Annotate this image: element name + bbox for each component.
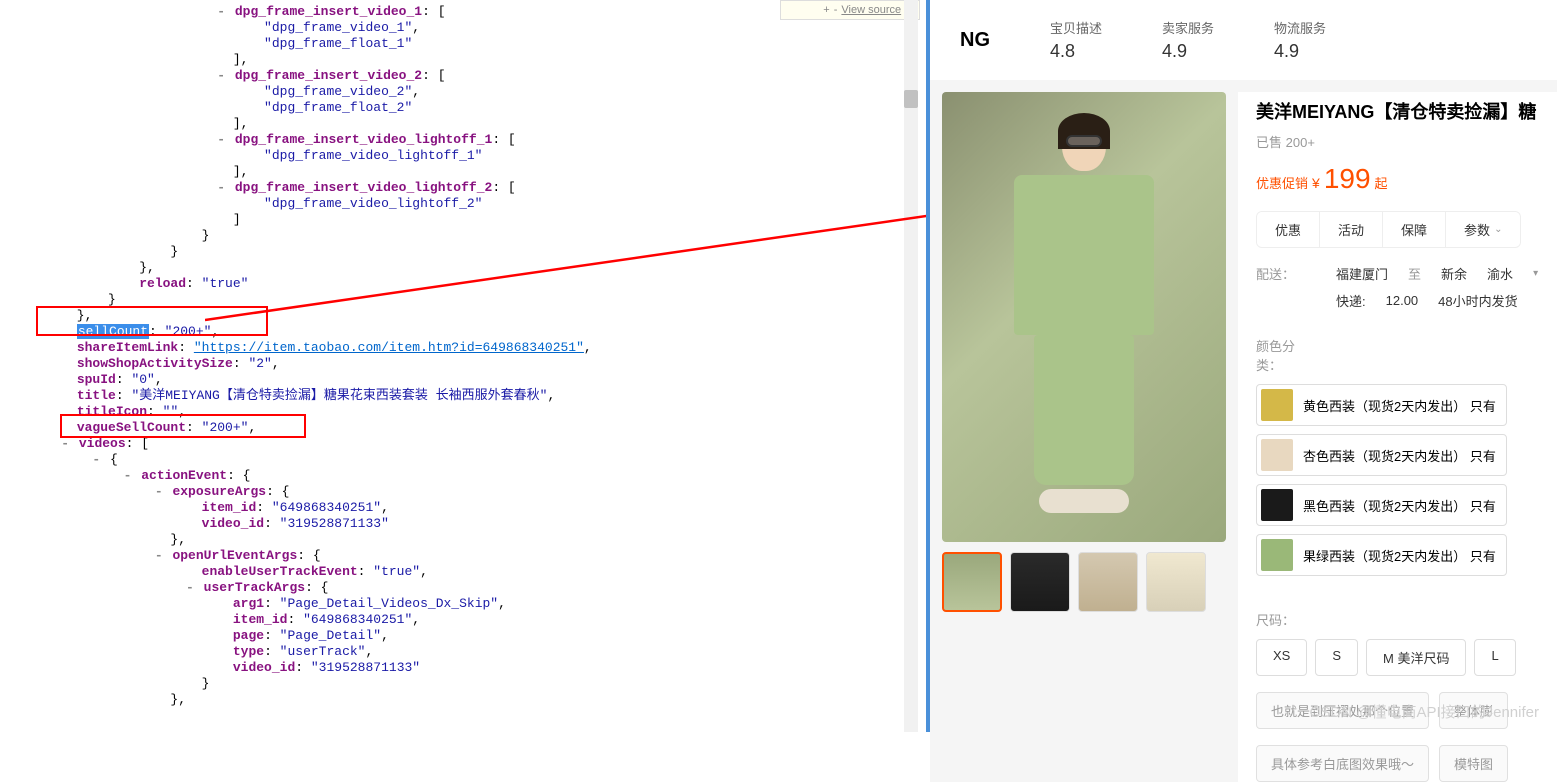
size-l[interactable]: L [1474,639,1515,676]
product-title: 美洋MEIYANG【清仓特卖捡漏】糖 [1256,98,1551,124]
scrollbar-vertical[interactable] [904,0,918,732]
scrollbar-thumb[interactable] [904,90,918,108]
color-option-apricot[interactable]: 杏色西装（现货2天内发出） 只有 [1256,434,1507,476]
tab-activity[interactable]: 活动 [1320,212,1383,247]
shipping-row: 配送： 福建厦门 至 新余 渝水 ▾ [1256,264,1551,283]
qa-tag[interactable]: 具体参考白底图效果哦～ [1256,745,1429,782]
shop-stat-desc: 宝贝描述 4.8 [1050,18,1102,62]
thumbnail-2[interactable] [1010,552,1070,612]
tab-guarantee[interactable]: 保障 [1383,212,1446,247]
color-options: 黄色西装（现货2天内发出） 只有 杏色西装（现货2天内发出） 只有 黑色西装（现… [1256,384,1507,576]
model-placeholder [994,117,1174,517]
express-time: 48小时内发货 [1438,291,1517,310]
product-page-panel: NG 宝贝描述 4.8 卖家服务 4.9 物流服务 4.9 [930,0,1557,732]
stat-value: 4.9 [1274,41,1326,62]
ship-district[interactable]: 渝水 [1487,264,1513,283]
sold-count: 已售 200+ [1256,132,1551,151]
size-m[interactable]: M 美洋尺码 [1366,639,1466,676]
shop-header: NG 宝贝描述 4.8 卖家服务 4.9 物流服务 4.9 [930,0,1557,80]
shipping-label: 配送： [1256,264,1316,283]
express-row: 快递: 12.00 48小时内发货 [1256,291,1551,310]
json-viewer-panel: + - View source ⚙ - dpg_frame_insert_vid… [0,0,920,732]
ship-from: 福建厦门 [1336,264,1388,283]
swatch-black [1261,489,1293,521]
tab-params[interactable]: 参数⌄ [1446,212,1520,247]
express-label: 快递: [1336,291,1366,310]
price-value: 199 [1324,163,1371,195]
ship-to[interactable]: 新余 [1441,264,1467,283]
info-tabs: 优惠 活动 保障 参数⌄ [1256,211,1521,248]
size-s[interactable]: S [1315,639,1358,676]
shop-stat-service: 卖家服务 4.9 [1162,18,1214,62]
swatch-yellow [1261,389,1293,421]
shop-brand[interactable]: NG [960,29,990,52]
color-label: 颜色分类： [1256,336,1316,374]
price-row: 优惠促销 ¥ 199 起 [1256,163,1551,195]
watermark: CSDN @懂电商API接口的Jennifer [1310,701,1539,722]
swatch-apricot [1261,439,1293,471]
highlight-box-vaguesellcount [60,414,306,438]
stat-label: 宝贝描述 [1050,18,1102,37]
view-source-link[interactable]: View source [841,4,901,16]
stat-value: 4.9 [1162,41,1214,62]
thumbnail-1[interactable] [942,552,1002,612]
size-xs[interactable]: XS [1256,639,1307,676]
thumbnail-3[interactable] [1078,552,1138,612]
chevron-down-icon[interactable]: ▾ [1533,268,1538,279]
main-product-image[interactable] [942,92,1226,542]
stat-value: 4.8 [1050,41,1102,62]
shop-stat-logistics: 物流服务 4.9 [1274,18,1326,62]
thumbnail-row [942,552,1226,612]
price-label: 优惠促销 [1256,173,1308,192]
express-fee: 12.00 [1386,293,1419,308]
tab-discount[interactable]: 优惠 [1257,212,1320,247]
qa-tags-row-2: 具体参考白底图效果哦～ 模特图 [1256,745,1551,782]
color-option-yellow[interactable]: 黄色西装（现货2天内发出） 只有 [1256,384,1507,426]
color-option-black[interactable]: 黑色西装（现货2天内发出） 只有 [1256,484,1507,526]
stat-label: 卖家服务 [1162,18,1214,37]
chevron-down-icon: ⌄ [1494,224,1502,235]
size-label: 尺码： [1256,610,1316,629]
price-suffix: 起 [1375,173,1388,192]
price-symbol: ¥ [1312,175,1320,191]
qa-tag[interactable]: 模特图 [1439,745,1508,782]
stat-label: 物流服务 [1274,18,1326,37]
swatch-green [1261,539,1293,571]
product-gallery [942,92,1226,782]
color-option-green[interactable]: 果绿西装（现货2天内发出） 只有 [1256,534,1507,576]
json-tree[interactable]: - dpg_frame_insert_video_1: [ "dpg_frame… [0,0,920,708]
view-source-toolbar: + - View source ⚙ [780,0,920,20]
product-info: 美洋MEIYANG【清仓特卖捡漏】糖 已售 200+ 优惠促销 ¥ 199 起 … [1238,92,1557,782]
product-area: 美洋MEIYANG【清仓特卖捡漏】糖 已售 200+ 优惠促销 ¥ 199 起 … [930,80,1557,782]
size-options: XS S M 美洋尺码 L [1256,639,1516,676]
thumbnail-4[interactable] [1146,552,1206,612]
highlight-box-sellcount [36,306,268,336]
expand-icon[interactable]: + [823,4,829,16]
collapse-icon[interactable]: - [834,4,838,16]
